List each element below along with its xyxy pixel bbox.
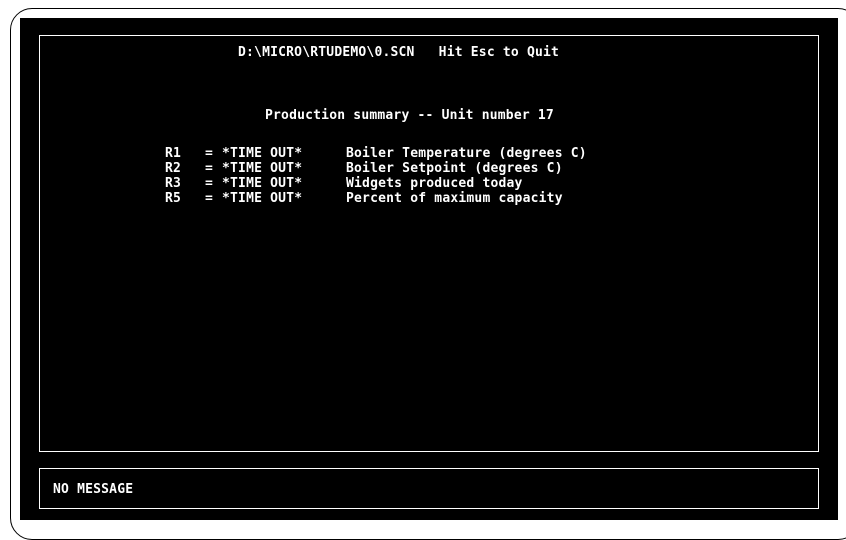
terminal-screen: D:\MICRO\RTUDEMO\0.SCN Hit Esc to Quit P… xyxy=(20,18,838,520)
register-id: R3 xyxy=(165,176,182,191)
register-id: R1 xyxy=(165,146,182,161)
register-description: Boiler Temperature (degrees C) xyxy=(346,146,587,161)
equals-sign: = xyxy=(205,146,214,161)
register-description: Boiler Setpoint (degrees C) xyxy=(346,161,563,176)
register-row: R5 = *TIME OUT* Percent of maximum capac… xyxy=(165,191,587,206)
register-description: Widgets produced today xyxy=(346,176,523,191)
register-id: R2 xyxy=(165,161,182,176)
register-value: *TIME OUT* xyxy=(222,176,303,191)
main-panel: D:\MICRO\RTUDEMO\0.SCN Hit Esc to Quit P… xyxy=(39,35,819,452)
equals-sign: = xyxy=(205,161,214,176)
register-row: R3 = *TIME OUT* Widgets produced today xyxy=(165,176,587,191)
page-heading: Production summary -- Unit number 17 xyxy=(265,108,554,123)
register-list: R1 = *TIME OUT* Boiler Temperature (degr… xyxy=(165,146,587,206)
register-value: *TIME OUT* xyxy=(222,146,303,161)
window-title: D:\MICRO\RTUDEMO\0.SCN Hit Esc to Quit xyxy=(230,45,568,61)
register-description: Percent of maximum capacity xyxy=(346,191,563,206)
register-row: R2 = *TIME OUT* Boiler Setpoint (degrees… xyxy=(165,161,587,176)
message-bar: NO MESSAGE xyxy=(39,468,819,509)
equals-sign: = xyxy=(205,176,214,191)
status-message: NO MESSAGE xyxy=(53,482,134,497)
register-id: R5 xyxy=(165,191,182,206)
equals-sign: = xyxy=(205,191,214,206)
register-value: *TIME OUT* xyxy=(222,161,303,176)
register-row: R1 = *TIME OUT* Boiler Temperature (degr… xyxy=(165,146,587,161)
register-value: *TIME OUT* xyxy=(222,191,303,206)
